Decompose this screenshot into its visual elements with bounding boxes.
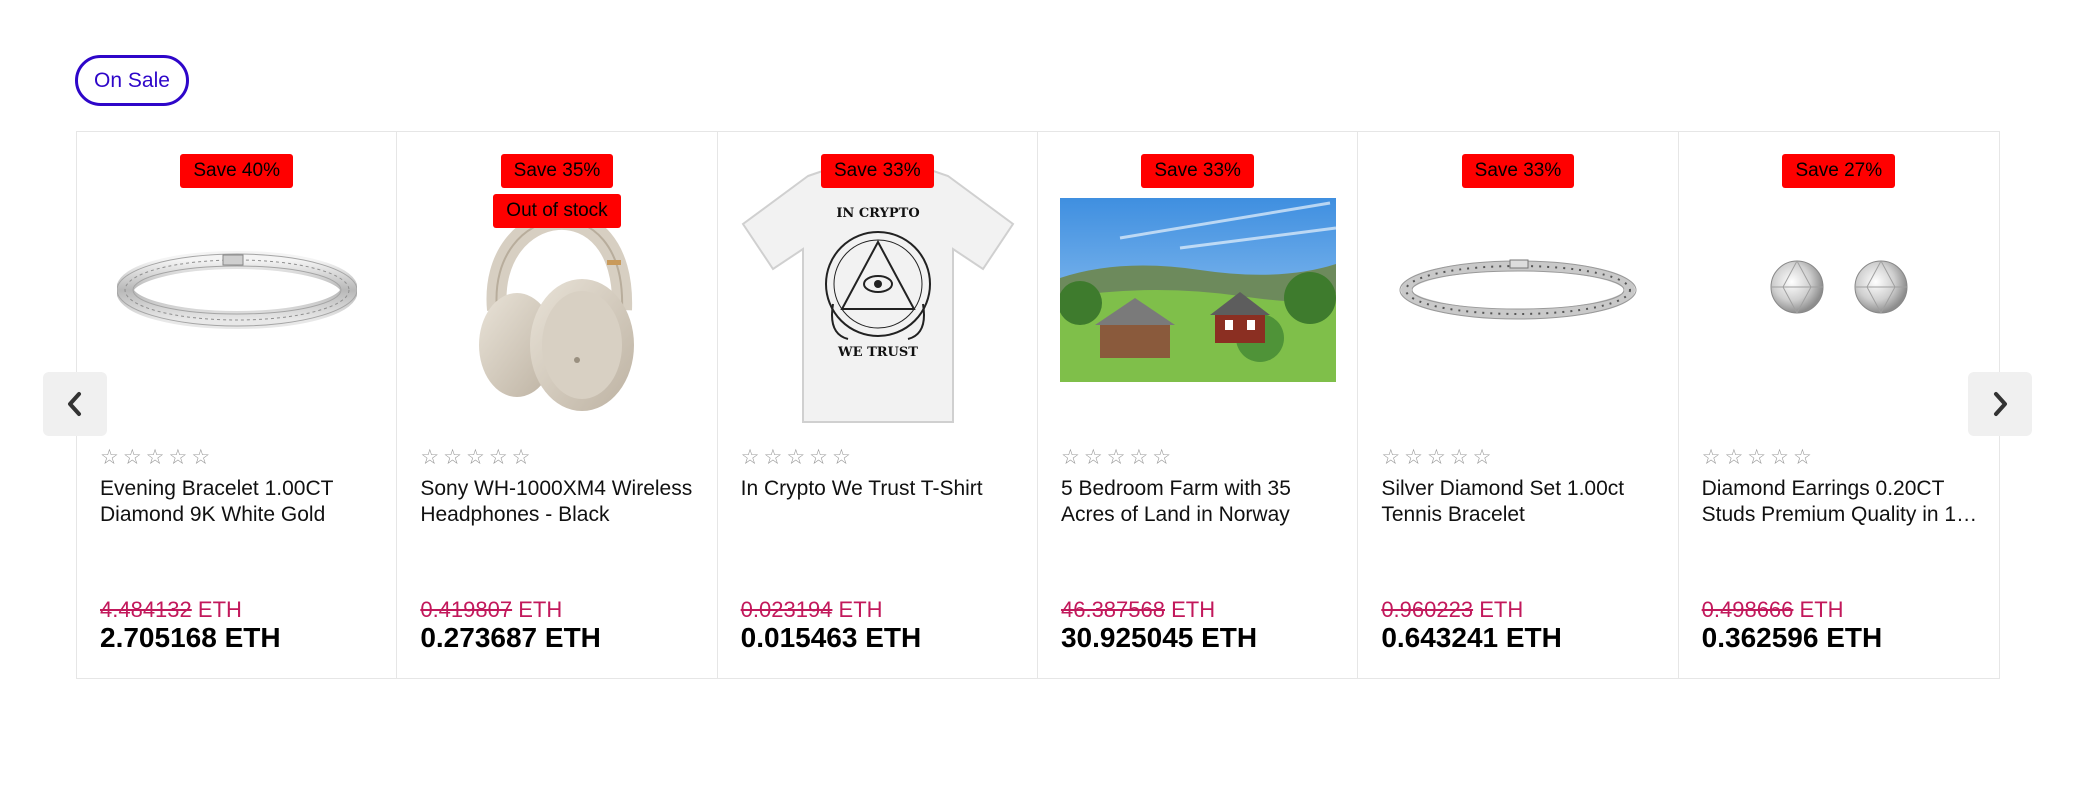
star-outline-icon: ☆ xyxy=(1792,446,1812,469)
star-outline-icon: ☆ xyxy=(168,446,188,469)
on-sale-tab[interactable]: On Sale xyxy=(75,55,189,106)
star-outline-icon: ☆ xyxy=(1426,446,1446,469)
star-outline-icon: ☆ xyxy=(786,446,806,469)
sale-price: 0.643241 ETH xyxy=(1381,622,1562,653)
original-price: 46.387568 ETH xyxy=(1061,597,1215,623)
original-price: 0.023194 ETH xyxy=(741,597,883,623)
star-outline-icon: ☆ xyxy=(488,446,508,469)
original-price-value: 0.498666 xyxy=(1701,597,1794,622)
chevron-left-icon xyxy=(68,392,81,416)
original-price-currency: ETH xyxy=(1171,597,1216,622)
star-outline-icon: ☆ xyxy=(1106,446,1126,469)
original-price-currency: ETH xyxy=(197,597,242,622)
sale-price: 30.925045 ETH xyxy=(1060,622,1258,653)
star-outline-icon: ☆ xyxy=(763,446,783,469)
original-price-currency: ETH xyxy=(1479,597,1524,622)
carousel-prev-button[interactable] xyxy=(43,372,107,436)
original-price-currency: ETH xyxy=(838,597,883,622)
star-outline-icon: ☆ xyxy=(511,446,531,469)
product-image-bracelet[interactable] xyxy=(97,154,377,426)
product-card[interactable]: Save 27% ☆ ☆ ☆ ☆ ☆ Diamond Earrings 0.20… xyxy=(1678,132,1999,678)
badge-group: Save 40% xyxy=(77,154,396,188)
product-title[interactable]: Diamond Earrings 0.20CT Studs Premium Qu… xyxy=(1702,476,1984,528)
star-outline-icon: ☆ xyxy=(809,446,828,469)
product-title[interactable]: 5 Bedroom Farm with 35 Acres of Land in … xyxy=(1061,476,1343,528)
svg-text:WE TRUST: WE TRUST xyxy=(837,345,918,360)
rating-stars: ☆ ☆ ☆ ☆ ☆ xyxy=(420,447,530,468)
rating-stars: ☆ ☆ ☆ ☆ ☆ xyxy=(741,447,851,468)
product-image-earrings[interactable] xyxy=(1699,154,1979,426)
star-outline-icon: ☆ xyxy=(1724,446,1744,469)
star-outline-icon: ☆ xyxy=(145,446,165,469)
original-price-currency: ETH xyxy=(1799,597,1844,622)
star-outline-icon: ☆ xyxy=(191,446,211,469)
rating-stars: ☆ ☆ ☆ ☆ ☆ xyxy=(100,447,210,468)
star-outline-icon: ☆ xyxy=(1381,446,1401,469)
original-price-value: 4.484132 xyxy=(100,597,192,622)
original-price: 0.419807 ETH xyxy=(420,597,562,623)
badge-group: Save 35% Out of stock xyxy=(397,154,716,228)
star-outline-icon: ☆ xyxy=(122,446,142,469)
rating-stars: ☆ ☆ ☆ ☆ ☆ xyxy=(1381,447,1491,468)
star-outline-icon: ☆ xyxy=(420,446,440,469)
star-outline-icon: ☆ xyxy=(1472,446,1492,469)
star-outline-icon: ☆ xyxy=(1747,446,1767,469)
product-title[interactable]: Silver Diamond Set 1.00ct Tennis Bracele… xyxy=(1381,476,1663,528)
badge-group: Save 33% xyxy=(1358,154,1677,188)
star-outline-icon: ☆ xyxy=(1404,446,1423,469)
star-outline-icon: ☆ xyxy=(100,446,119,469)
discount-badge: Save 33% xyxy=(821,154,934,188)
star-outline-icon: ☆ xyxy=(740,446,760,469)
star-outline-icon: ☆ xyxy=(1060,446,1080,469)
star-outline-icon: ☆ xyxy=(1770,446,1789,469)
product-card[interactable]: Save 33% ☆ ☆ ☆ ☆ ☆ Silver Diamond Set 1.… xyxy=(1358,132,1679,678)
star-outline-icon: ☆ xyxy=(831,446,851,469)
sale-price: 0.362596 ETH xyxy=(1701,622,1883,653)
original-price-value: 46.387568 xyxy=(1060,597,1165,622)
original-price-value: 0.023194 xyxy=(740,597,833,622)
discount-badge: Save 33% xyxy=(1461,154,1575,188)
star-outline-icon: ☆ xyxy=(1701,446,1721,469)
product-card[interactable]: Save 40% ☆ ☆ ☆ ☆ ☆ Evening Bracelet 1.00… xyxy=(77,132,398,678)
badge-group: Save 33% xyxy=(1038,154,1357,188)
original-price-value: 0.960223 xyxy=(1381,597,1474,622)
product-image-farm[interactable] xyxy=(1058,154,1338,426)
product-card[interactable]: Save 33% IN CRYPTO WE TRUST ☆ ☆ ☆ ☆ ☆ In… xyxy=(717,132,1038,678)
star-outline-icon: ☆ xyxy=(1152,446,1172,469)
original-price-currency: ETH xyxy=(518,597,563,622)
sale-price: 0.273687 ETH xyxy=(420,622,601,653)
discount-badge: Save 40% xyxy=(180,154,293,188)
sale-price: 2.705168 ETH xyxy=(100,622,281,653)
rating-stars: ☆ ☆ ☆ ☆ ☆ xyxy=(1702,447,1812,468)
badge-group: Save 27% xyxy=(1679,154,1999,188)
out-of-stock-badge: Out of stock xyxy=(493,194,621,228)
product-carousel: Save 40% ☆ ☆ ☆ ☆ ☆ Evening Bracelet 1.00… xyxy=(76,131,2000,679)
product-card[interactable]: Save 35% Out of stock ☆ ☆ ☆ ☆ ☆ Sony WH-… xyxy=(397,132,718,678)
rating-stars: ☆ ☆ ☆ ☆ ☆ xyxy=(1061,447,1171,468)
carousel-next-button[interactable] xyxy=(1968,372,2032,436)
product-image-bracelet[interactable] xyxy=(1378,154,1658,426)
star-outline-icon: ☆ xyxy=(1083,446,1103,469)
discount-badge: Save 27% xyxy=(1782,154,1896,188)
original-price: 0.498666 ETH xyxy=(1702,597,1844,623)
star-outline-icon: ☆ xyxy=(465,446,485,469)
original-price: 0.960223 ETH xyxy=(1381,597,1523,623)
product-title[interactable]: Evening Bracelet 1.00CT Diamond 9K White… xyxy=(100,476,382,528)
discount-badge: Save 33% xyxy=(1141,154,1254,188)
chevron-right-icon xyxy=(1994,392,2007,416)
svg-text:IN CRYPTO: IN CRYPTO xyxy=(836,206,919,221)
product-image-tshirt[interactable]: IN CRYPTO WE TRUST xyxy=(738,154,1018,426)
star-outline-icon: ☆ xyxy=(1129,446,1149,469)
product-card[interactable]: Save 33% ☆ ☆ ☆ ☆ ☆ 5 Bedroom Farm with 3… xyxy=(1037,132,1359,678)
original-price: 4.484132 ETH xyxy=(100,597,242,623)
product-title[interactable]: Sony WH-1000XM4 Wireless Headphones - Bl… xyxy=(420,476,702,528)
star-outline-icon: ☆ xyxy=(443,446,462,469)
star-outline-icon: ☆ xyxy=(1449,446,1469,469)
discount-badge: Save 35% xyxy=(500,154,614,188)
badge-group: Save 33% xyxy=(718,154,1037,188)
product-title[interactable]: In Crypto We Trust T-Shirt xyxy=(741,476,1023,502)
original-price-value: 0.419807 xyxy=(420,597,513,622)
sale-price: 0.015463 ETH xyxy=(740,622,922,653)
